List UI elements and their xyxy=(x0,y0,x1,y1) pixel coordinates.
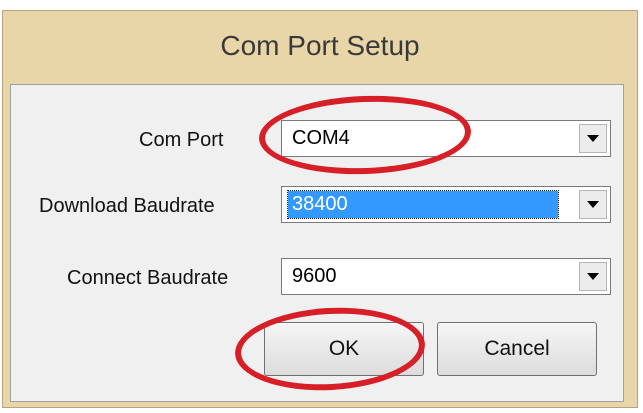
download-baudrate-dropdown-button[interactable] xyxy=(579,190,607,219)
chevron-down-icon xyxy=(587,134,599,142)
download-baudrate-select[interactable]: 38400 xyxy=(281,186,611,223)
connect-baudrate-label: Connect Baudrate xyxy=(67,267,229,289)
com-port-dropdown-button[interactable] xyxy=(579,124,607,153)
com-port-label: Com Port xyxy=(139,129,224,151)
connect-baudrate-select[interactable]: 9600 xyxy=(281,258,611,295)
com-port-setup-dialog: Com Port Setup Com Port COM4 Download Ba… xyxy=(2,10,638,408)
dialog-title: Com Port Setup xyxy=(220,30,420,61)
connect-baudrate-dropdown-button[interactable] xyxy=(579,262,607,291)
cancel-button[interactable]: Cancel xyxy=(437,322,597,376)
chevron-down-icon xyxy=(587,272,599,280)
download-baudrate-value: 38400 xyxy=(287,190,559,219)
download-baudrate-label: Download Baudrate xyxy=(39,195,215,217)
chevron-down-icon xyxy=(587,200,599,208)
connect-baudrate-value: 9600 xyxy=(292,265,337,287)
